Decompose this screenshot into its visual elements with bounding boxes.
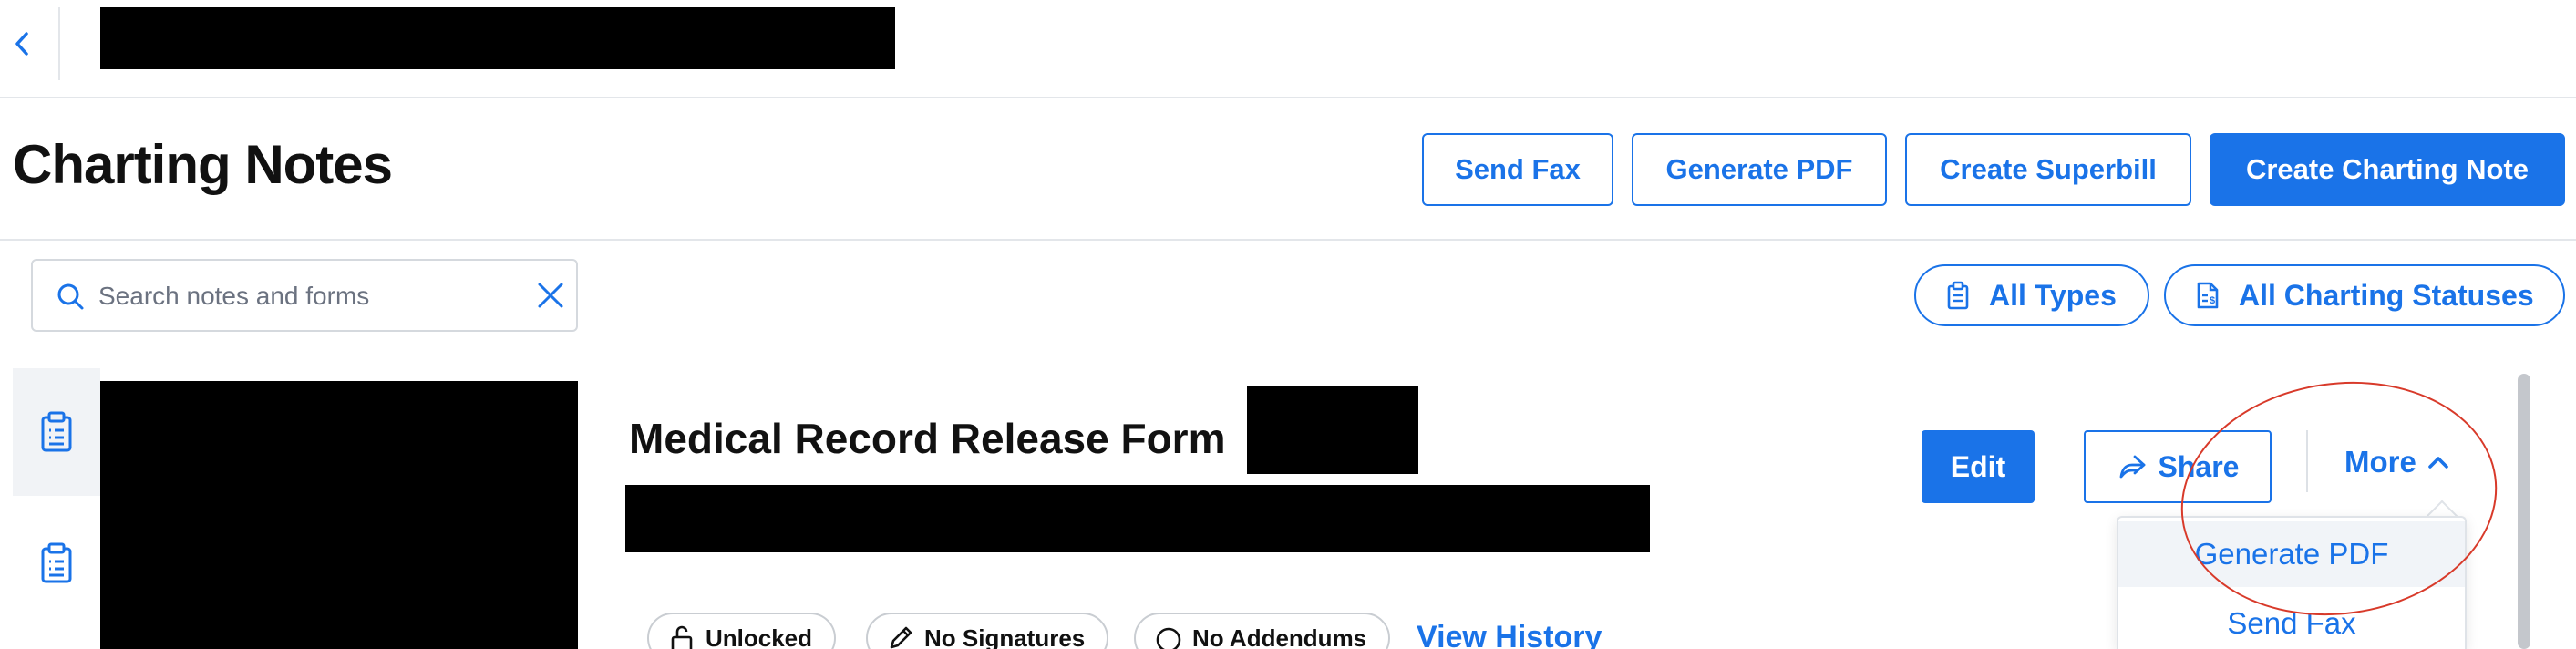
status-badge-lock-label: Unlocked bbox=[706, 623, 813, 649]
search-icon bbox=[57, 283, 84, 310]
menu-item-generate-pdf[interactable]: Generate PDF bbox=[2118, 521, 2465, 587]
menu-item-send-fax[interactable]: Send Fax bbox=[2118, 591, 2465, 649]
filter-all-charting-statuses[interactable]: $ All Charting Statuses bbox=[2164, 264, 2565, 326]
top-divider bbox=[58, 7, 60, 80]
more-dropdown-menu: Generate PDF Send Fax bbox=[2117, 516, 2467, 649]
create-superbill-button[interactable]: Create Superbill bbox=[1905, 133, 2191, 206]
create-charting-note-button[interactable]: Create Charting Note bbox=[2210, 133, 2565, 206]
page-title: Charting Notes bbox=[13, 134, 393, 195]
share-arrow-icon bbox=[2119, 455, 2145, 479]
pen-icon bbox=[890, 626, 912, 649]
redacted-note-list bbox=[100, 381, 578, 649]
view-history-link[interactable]: View History bbox=[1417, 620, 1602, 649]
chevron-up-icon bbox=[2428, 457, 2448, 469]
clipboard-icon bbox=[41, 411, 72, 452]
action-divider bbox=[2306, 430, 2308, 492]
page-header: Charting Notes Send Fax Generate PDF Cre… bbox=[0, 98, 2576, 241]
share-button-label: Share bbox=[2158, 449, 2240, 483]
close-icon[interactable] bbox=[532, 277, 569, 314]
status-badge-lock: Unlocked bbox=[647, 613, 837, 649]
note-list-item[interactable] bbox=[13, 368, 100, 496]
chevron-left-icon bbox=[15, 32, 28, 56]
clipboard-icon bbox=[41, 542, 72, 583]
send-fax-button[interactable]: Send Fax bbox=[1422, 133, 1613, 206]
status-badge-addendums-label: No Addendums bbox=[1192, 623, 1367, 649]
scrollbar-thumb[interactable] bbox=[2518, 374, 2530, 649]
generate-pdf-button[interactable]: Generate PDF bbox=[1632, 133, 1887, 206]
document-dollar-icon: $ bbox=[2197, 282, 2219, 309]
filter-all-types-label: All Types bbox=[1989, 278, 2117, 312]
search-box bbox=[31, 259, 578, 332]
status-badge-addendums: No Addendums bbox=[1134, 613, 1391, 649]
share-button[interactable]: Share bbox=[2084, 430, 2272, 503]
more-button[interactable]: More bbox=[2344, 439, 2451, 485]
search-input[interactable] bbox=[98, 275, 518, 317]
back-button[interactable] bbox=[4, 26, 40, 62]
filter-all-charting-statuses-label: All Charting Statuses bbox=[2239, 278, 2534, 312]
top-bar bbox=[0, 0, 2576, 98]
more-button-label: More bbox=[2344, 445, 2416, 479]
note-list-item[interactable] bbox=[13, 500, 100, 627]
circle-icon bbox=[1156, 627, 1181, 649]
svg-text:$: $ bbox=[2210, 295, 2215, 306]
clipboard-icon bbox=[1947, 281, 1969, 310]
filter-all-types[interactable]: All Types bbox=[1914, 264, 2149, 326]
status-badge-signatures-label: No Signatures bbox=[924, 623, 1086, 649]
edit-button[interactable]: Edit bbox=[1922, 430, 2035, 503]
note-title: Medical Record Release Form bbox=[629, 415, 1226, 462]
redacted-note-date bbox=[1247, 386, 1418, 474]
redacted-patient-name bbox=[100, 7, 895, 69]
redacted-note-details bbox=[625, 485, 1650, 552]
status-badge-signatures: No Signatures bbox=[866, 613, 1109, 649]
unlock-icon bbox=[671, 625, 693, 649]
